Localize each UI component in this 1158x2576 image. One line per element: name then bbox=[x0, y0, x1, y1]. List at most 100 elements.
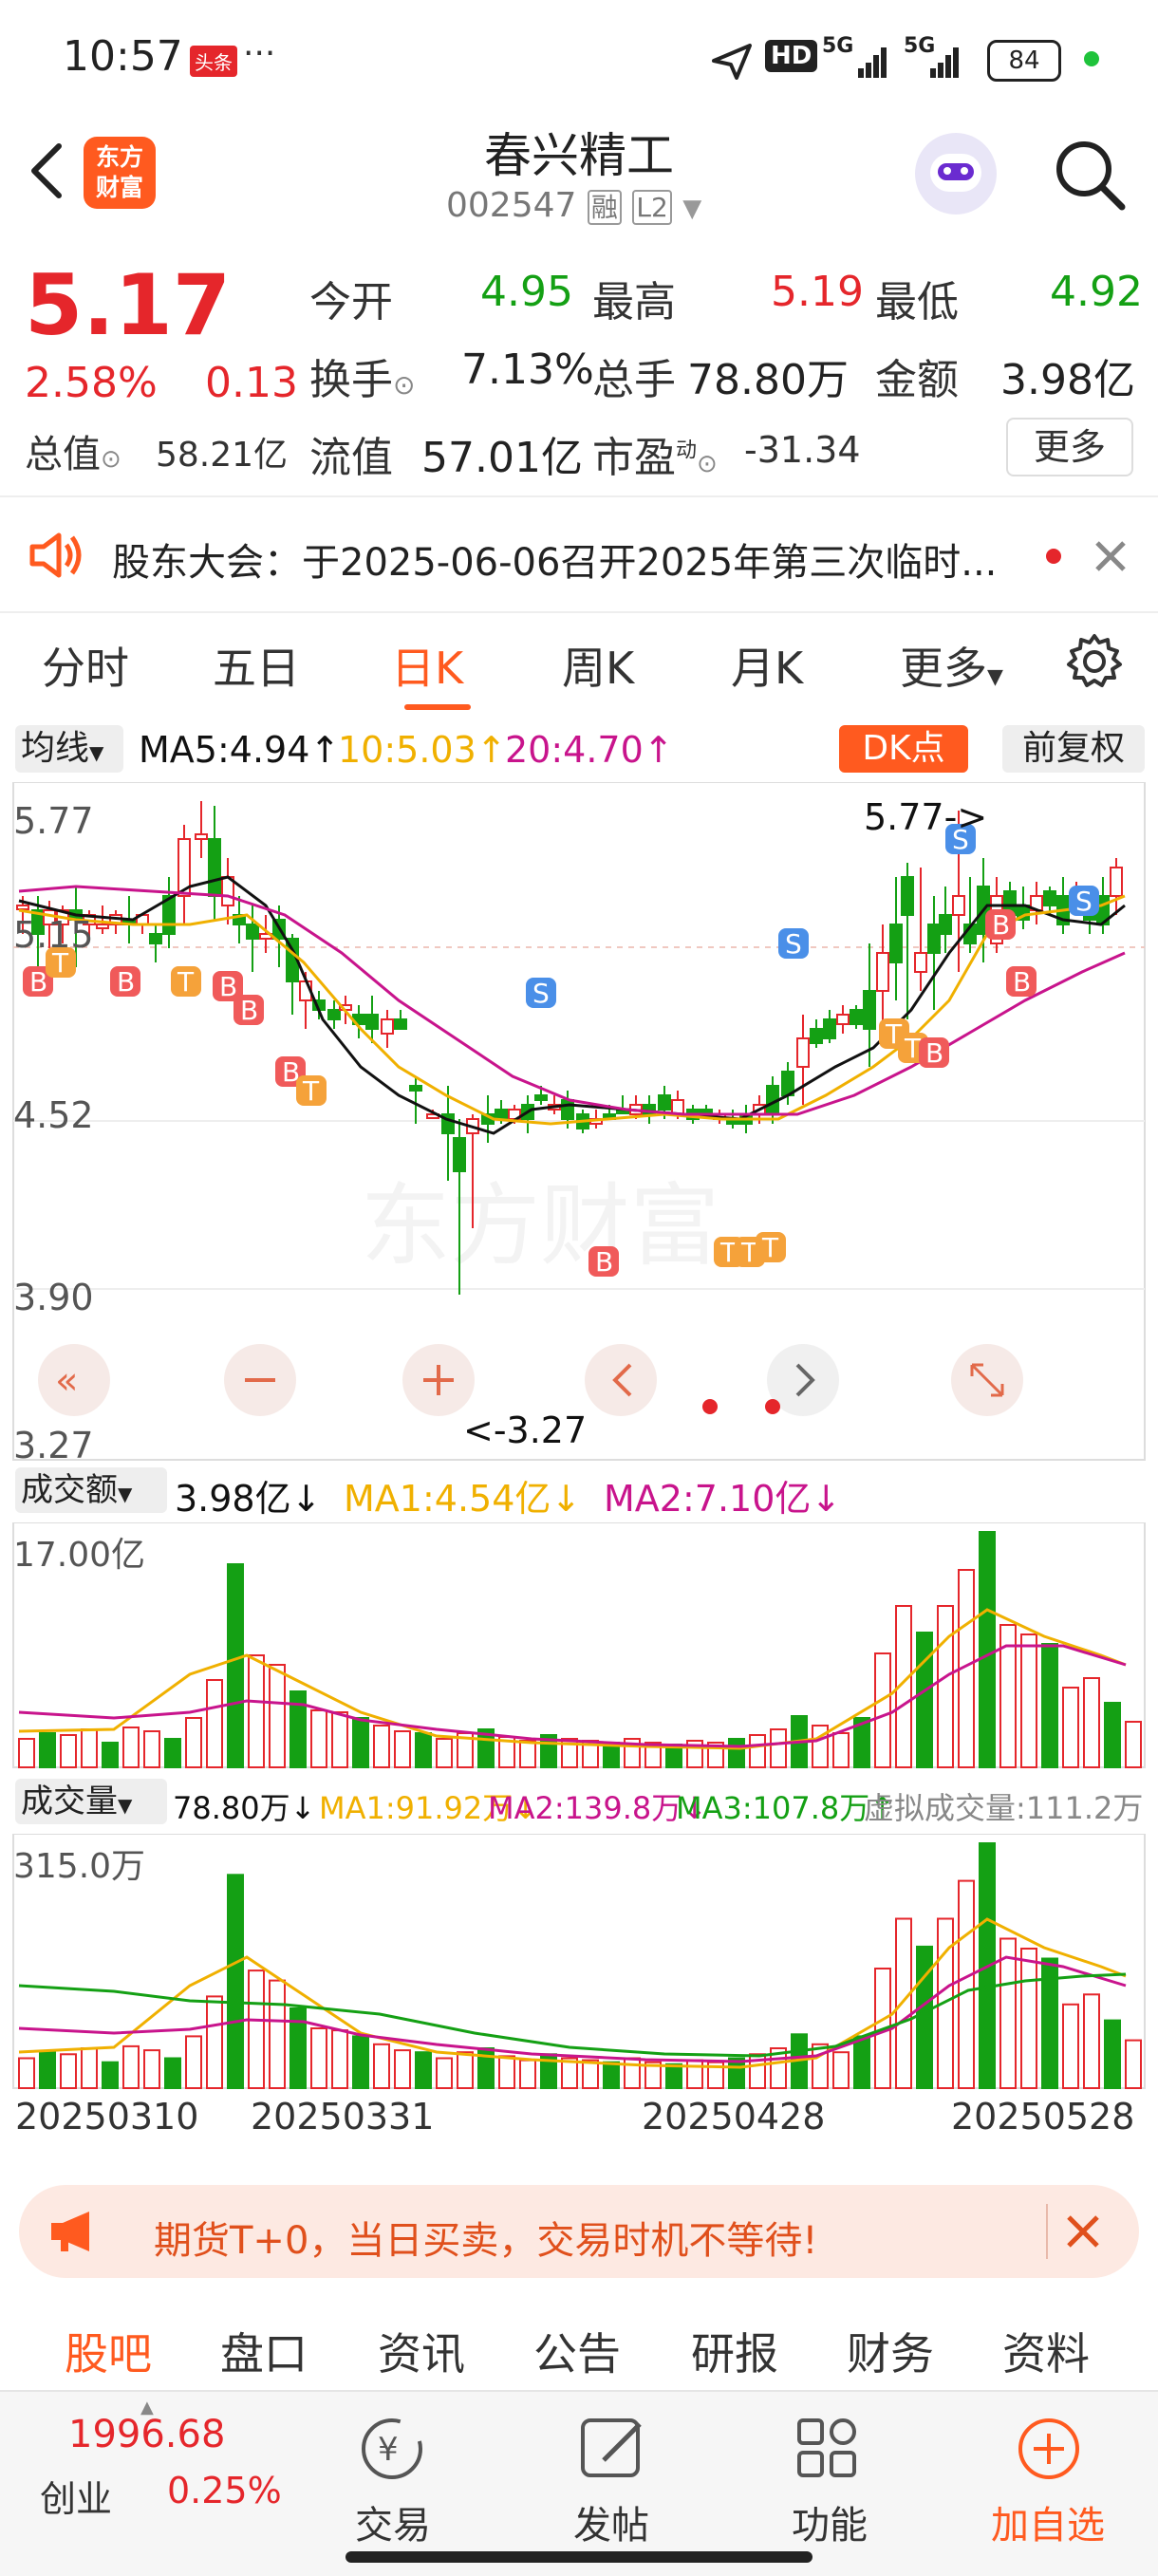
signal-marker-label: S bbox=[785, 928, 802, 960]
bar bbox=[310, 2027, 327, 2089]
candle-body bbox=[16, 905, 29, 910]
chevron-down-icon: ▼ bbox=[89, 741, 104, 764]
index-value[interactable]: 1996.68 bbox=[68, 2413, 225, 2456]
turnover-label[interactable]: 换手⊙ bbox=[309, 345, 415, 406]
stock-code-row[interactable]: 002547 融 L2 ▼ bbox=[446, 186, 701, 225]
page-dot bbox=[702, 1399, 718, 1414]
candle-body bbox=[927, 924, 941, 954]
post-label[interactable]: 发帖 bbox=[526, 2494, 697, 2549]
robot-assistant-icon[interactable] bbox=[915, 133, 997, 215]
tab-daily-k[interactable]: 日K bbox=[391, 634, 463, 697]
double-left-icon: « bbox=[55, 1359, 78, 1403]
ma10-label: 10:5.03↑ bbox=[338, 729, 507, 771]
bar bbox=[164, 2057, 181, 2089]
close-icon[interactable] bbox=[1063, 2212, 1103, 2251]
volume-chart[interactable]: 315.0万 bbox=[0, 1834, 1158, 2090]
add-watchlist-icon[interactable] bbox=[1006, 2411, 1092, 2487]
amount-frame bbox=[12, 1522, 1146, 1768]
amount-selector[interactable]: 成交额▼ bbox=[15, 1467, 167, 1513]
volume-current-text: 78.80万 bbox=[173, 1790, 290, 1826]
volume-selector[interactable]: 成交量▼ bbox=[15, 1779, 167, 1824]
ma5-label: MA5:4.94↑ bbox=[139, 729, 341, 771]
search-icon[interactable] bbox=[1052, 137, 1128, 213]
mktcap-label-text: 总值 bbox=[25, 433, 101, 476]
indicator-selector-label: 均线 bbox=[21, 729, 90, 768]
bar bbox=[81, 2047, 98, 2089]
bar bbox=[1020, 1633, 1037, 1768]
tab-weekly-k[interactable]: 周K bbox=[562, 634, 634, 697]
candle-body bbox=[327, 1009, 341, 1020]
gear-icon[interactable] bbox=[1065, 632, 1124, 691]
tab-profile[interactable]: 资料 bbox=[1002, 2320, 1090, 2382]
trade-label[interactable]: 交易 bbox=[308, 2494, 478, 2549]
amount-current: 3.98亿↓ bbox=[175, 1478, 322, 1520]
amount-value: 3.98亿 bbox=[1000, 356, 1135, 404]
bar bbox=[352, 1717, 369, 1768]
pan-left-button[interactable] bbox=[585, 1344, 657, 1416]
volume-bars bbox=[18, 1842, 1142, 2090]
close-icon[interactable] bbox=[1092, 537, 1130, 575]
bar bbox=[269, 1664, 286, 1768]
tab-pankou[interactable]: 盘口 bbox=[220, 2320, 308, 2382]
info-icon: ⊙ bbox=[697, 450, 718, 478]
volume-ma3: MA3:107.8万↑ bbox=[676, 1790, 896, 1826]
index-name: 创业 bbox=[40, 2478, 113, 2520]
functions-label[interactable]: 功能 bbox=[744, 2494, 915, 2549]
volume-ymax: 315.0万 bbox=[13, 1847, 145, 1886]
trade-icon[interactable]: ¥ bbox=[349, 2411, 435, 2487]
candle-body bbox=[658, 1094, 671, 1111]
functions-icon[interactable] bbox=[786, 2411, 871, 2487]
bar bbox=[39, 1732, 56, 1768]
signal-icon-1 bbox=[858, 47, 887, 78]
bar bbox=[18, 2057, 35, 2089]
period-tabs: 分时 五日 日K 周K 月K 更多▼ bbox=[0, 611, 1158, 716]
watermark: 东方财富 bbox=[361, 1174, 719, 1279]
battery-level: 84 bbox=[1008, 47, 1040, 75]
change-value: 0.13 bbox=[205, 359, 298, 407]
ma20-label: 20:4.70↑ bbox=[505, 729, 674, 771]
date-label-4: 20250528 bbox=[951, 2096, 1135, 2137]
y-label-5: 3.27 bbox=[13, 1425, 94, 1462]
tab-more[interactable]: 更多▼ bbox=[900, 634, 1003, 697]
megaphone-icon bbox=[51, 2212, 89, 2251]
dk-point-button[interactable]: DK点 bbox=[839, 725, 968, 773]
notice-bar[interactable]: 股东大会：于2025-06-06召开2025年第三次临时... bbox=[0, 495, 1158, 613]
candle-body bbox=[863, 990, 876, 1030]
promo-banner[interactable]: 期货T+0，当日买卖，交易时机不等待! bbox=[19, 2185, 1139, 2278]
volume-ma2: MA2:139.8万↓ bbox=[488, 1790, 708, 1826]
tab-guba[interactable]: 股吧 bbox=[65, 2320, 152, 2382]
amount-ymax: 17.00亿 bbox=[13, 1536, 145, 1575]
max-price-label: 5.77-> bbox=[864, 796, 987, 838]
pe-label[interactable]: 市盈动⊙ bbox=[592, 423, 718, 484]
adjust-button[interactable]: 前复权 bbox=[1002, 725, 1145, 773]
mktcap-label[interactable]: 总值⊙ bbox=[25, 423, 121, 478]
tab-monthly-k[interactable]: 月K bbox=[731, 634, 803, 697]
bar bbox=[498, 2055, 515, 2089]
amount-current-text: 3.98亿 bbox=[175, 1478, 291, 1520]
tab-finance[interactable]: 财务 bbox=[847, 2320, 934, 2382]
tab-news[interactable]: 资讯 bbox=[378, 2320, 465, 2382]
hd-icon: HD bbox=[765, 40, 818, 72]
more-button[interactable]: 更多 bbox=[1006, 418, 1133, 476]
bar bbox=[394, 2049, 411, 2090]
open-label: 今开 bbox=[309, 278, 393, 327]
low-value: 4.92 bbox=[1050, 268, 1143, 316]
candle-body bbox=[409, 1085, 422, 1092]
status-dots: ··· bbox=[243, 34, 276, 73]
tab-announcements[interactable]: 公告 bbox=[533, 2320, 621, 2382]
volume-label: 总手 bbox=[592, 356, 676, 404]
bar bbox=[1083, 1993, 1100, 2089]
chevron-down-icon: ▼ bbox=[118, 1483, 133, 1505]
candle-body bbox=[394, 1018, 407, 1030]
add-watchlist-label[interactable]: 加自选 bbox=[962, 2494, 1133, 2549]
candle-body bbox=[1043, 890, 1056, 906]
tab-research[interactable]: 研报 bbox=[691, 2320, 778, 2382]
amount-chart[interactable]: 17.00亿 bbox=[0, 1522, 1158, 1769]
candle-body bbox=[195, 833, 208, 840]
tab-five-day[interactable]: 五日 bbox=[213, 634, 300, 697]
indicator-selector[interactable]: 均线▼ bbox=[15, 725, 123, 773]
post-icon[interactable] bbox=[570, 2411, 655, 2487]
pe-sup: 动 bbox=[676, 439, 698, 463]
kline-chart[interactable]: 东方财富 BTB T BBBTSB T T TST T BSBBS 5.77 5.15 4.5… bbox=[0, 782, 1158, 1462]
tab-intraday[interactable]: 分时 bbox=[42, 634, 129, 697]
